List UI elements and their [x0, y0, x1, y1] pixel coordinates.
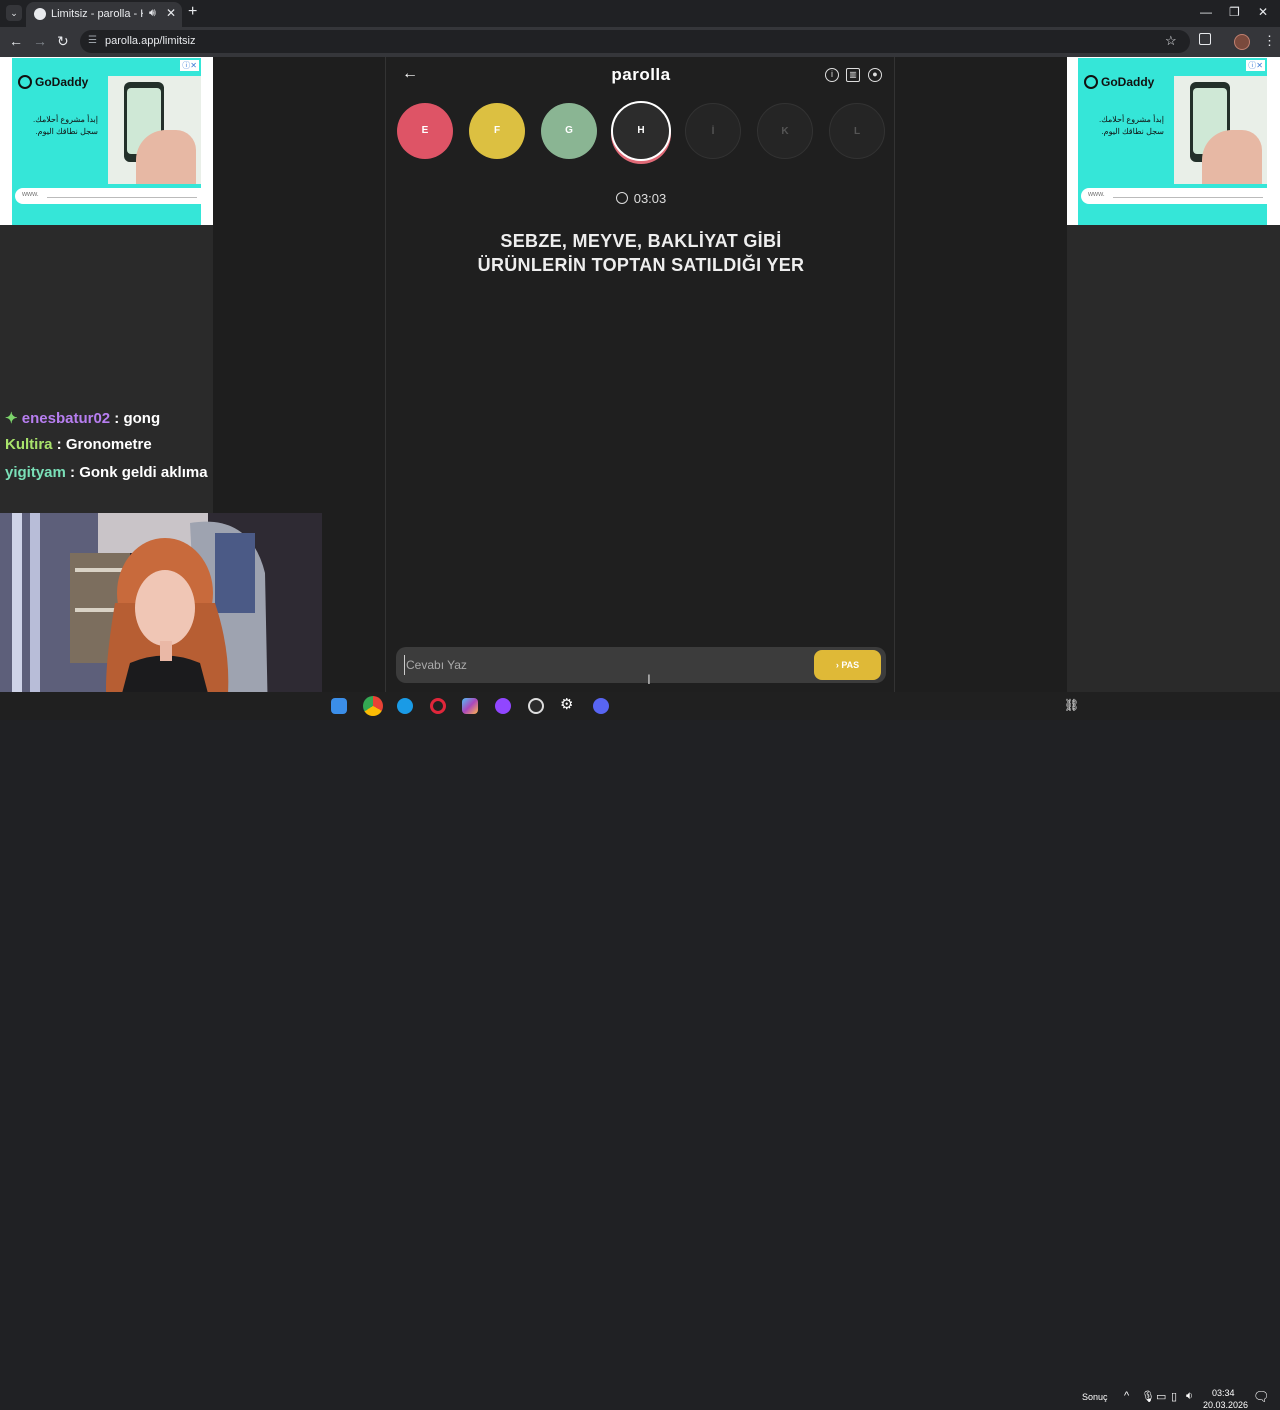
windows-taskbar: ⚙ ⛓ Sonuç ^ 🎙︎ ▭ ▯ 🔉︎ 03:34 20.03.2026 🗨…: [0, 692, 1280, 1410]
forward-icon[interactable]: →: [33, 33, 47, 49]
battery-icon[interactable]: ▯: [1171, 1390, 1177, 1403]
user-icon[interactable]: ●: [868, 68, 882, 82]
letter-circle: E: [397, 103, 453, 159]
close-window-button[interactable]: ✕: [1258, 5, 1268, 19]
chat-message: Kultira : Gronometre: [5, 436, 152, 453]
minimize-button[interactable]: —: [1200, 5, 1212, 19]
webcam-overlay: [0, 513, 322, 720]
extensions-icon[interactable]: [1199, 33, 1211, 45]
opera-icon[interactable]: [430, 698, 446, 714]
letter-circle: G: [541, 103, 597, 159]
menu-kebab-icon[interactable]: ⋮: [1263, 33, 1276, 49]
ad-choices-icon[interactable]: ⓘ✕: [180, 60, 199, 71]
phone-image: [108, 76, 201, 184]
mail-app-icon[interactable]: [331, 698, 347, 714]
question-line: ÜRÜNLERİN TOPTAN SATILDIĞI YER: [477, 255, 805, 275]
chat-text: gong: [123, 410, 161, 427]
right-ad-banner[interactable]: GoDaddy إبدأ مشروع أحلامك. سجل نطاقك الي…: [1078, 58, 1267, 225]
letter-circle-active: H: [611, 101, 671, 161]
address-bar[interactable]: ☰ parolla.app/limitsiz: [80, 30, 1190, 53]
chat-message: yigityam : Gonk geldi aklıma: [5, 464, 208, 481]
favicon-icon: [34, 8, 46, 20]
back-icon[interactable]: ←: [9, 33, 23, 49]
speaker-icon[interactable]: 🔊︎: [149, 7, 156, 20]
tab-search-icon[interactable]: ⌄: [6, 5, 22, 21]
phone-image: [1174, 76, 1267, 184]
address-url: parolla.app/limitsiz: [105, 35, 196, 47]
sparkle-icon: ✦: [5, 410, 18, 427]
answer-input[interactable]: [404, 655, 804, 675]
settings-gear-icon[interactable]: ⚙: [560, 695, 576, 713]
discord-icon[interactable]: [593, 698, 609, 714]
weather-label[interactable]: Sonuç: [1082, 1392, 1108, 1402]
twitch-icon[interactable]: [495, 698, 511, 714]
ad-domain-field: www.: [1081, 188, 1267, 204]
timer-value: 03:03: [633, 191, 667, 206]
ad-choices-icon[interactable]: ⓘ✕: [1246, 60, 1265, 71]
browser-tab[interactable]: Limitsiz - parolla - Kelime oyunu 🔊︎ ✕: [26, 2, 182, 27]
bookmark-star-icon[interactable]: ☆: [1165, 33, 1177, 49]
answer-bar: › PAS: [396, 647, 886, 683]
chrome-icon[interactable]: [363, 696, 383, 716]
edge-icon[interactable]: [397, 698, 413, 714]
letter-circle: L: [829, 103, 885, 159]
parolla-app: ← parolla i ▥ ● E F G H İ K L 03:03 SEBZ…: [385, 57, 895, 692]
info-icon[interactable]: i: [825, 68, 839, 82]
network-icon[interactable]: ▭: [1156, 1390, 1166, 1403]
restore-button[interactable]: ❐: [1229, 5, 1240, 19]
chat-username: enesbatur02: [21, 410, 111, 427]
stats-icon[interactable]: ▥: [846, 68, 860, 82]
godaddy-logo: GoDaddy: [18, 75, 88, 89]
godaddy-logo: GoDaddy: [1084, 75, 1154, 89]
browser-tab-bar: ⌄ Limitsiz - parolla - Kelime oyunu 🔊︎ ✕…: [0, 0, 1280, 27]
text-cursor-icon: I: [647, 671, 651, 687]
chat-username: yigityam: [5, 464, 66, 481]
pass-button[interactable]: › PAS: [814, 650, 881, 680]
ad-domain-field: www.: [15, 188, 201, 204]
clock-icon: [615, 192, 628, 204]
chat-username: Kultira: [5, 436, 53, 453]
letter-circle: İ: [685, 103, 741, 159]
clock-date[interactable]: 20.03.2026: [1203, 1400, 1248, 1410]
question-line: SEBZE, MEYVE, BAKLİYAT GİBİ: [500, 231, 782, 251]
left-ad-banner[interactable]: GoDaddy إبدأ مشروع أحلامك. سجل نطاقك الي…: [12, 58, 201, 225]
browser-toolbar: ← → ↻ ☰ parolla.app/limitsiz ☆: [0, 27, 1280, 57]
tab-title: Limitsiz - parolla - Kelime oyunu: [51, 8, 143, 20]
letter-circle: K: [757, 103, 813, 159]
weather-icon[interactable]: ⛓: [1064, 698, 1080, 714]
site-info-icon[interactable]: ☰: [88, 35, 100, 47]
app-logo: parolla: [611, 65, 671, 84]
chat-text: Gonk geldi aklıma: [79, 464, 208, 481]
reload-icon[interactable]: ↻: [57, 33, 69, 50]
tray-chevron-icon[interactable]: ^: [1124, 1390, 1129, 1402]
profile-avatar[interactable]: [1234, 34, 1250, 50]
question-text: SEBZE, MEYVE, BAKLİYAT GİBİ ÜRÜNLERİN TO…: [411, 229, 871, 277]
letter-circle: F: [469, 103, 525, 159]
ad-tagline: إبدأ مشروع أحلامك. سجل نطاقك اليوم.: [33, 115, 98, 136]
microphone-icon[interactable]: 🎙︎: [1141, 1390, 1155, 1403]
notifications-icon[interactable]: 🗨︎: [1253, 1389, 1270, 1405]
chat-text: Gronometre: [65, 436, 152, 453]
timer: 03:03: [386, 191, 896, 206]
clock-time[interactable]: 03:34: [1212, 1388, 1235, 1398]
tab-close-icon[interactable]: ✕: [166, 6, 176, 20]
new-tab-button[interactable]: +: [188, 3, 197, 21]
copilot-icon[interactable]: [462, 698, 478, 714]
obs-icon[interactable]: [528, 698, 544, 714]
chat-message: ✦ enesbatur02 : gong: [5, 410, 161, 427]
volume-icon[interactable]: 🔉︎: [1186, 1390, 1193, 1403]
ad-tagline: إبدأ مشروع أحلامك. سجل نطاقك اليوم.: [1099, 115, 1164, 136]
